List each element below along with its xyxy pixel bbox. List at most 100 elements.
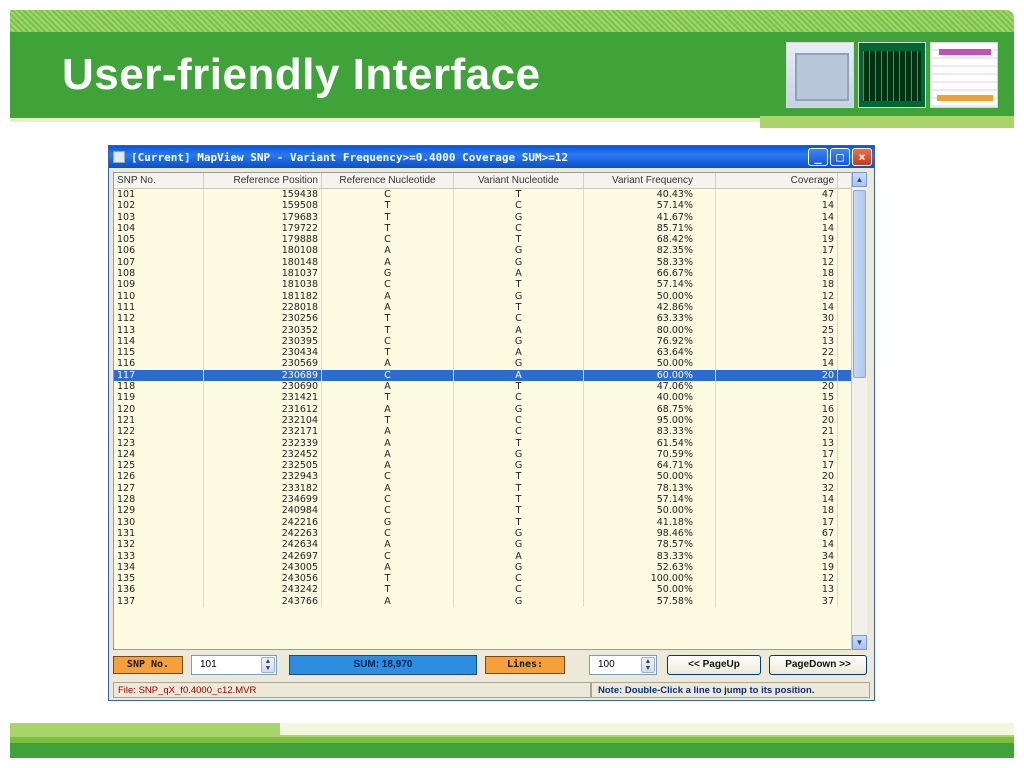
- table-row[interactable]: 116 230569 A G 50.00% 14: [114, 358, 853, 370]
- stepper-arrows-icon[interactable]: ▲ ▼: [641, 657, 655, 673]
- table-row[interactable]: 106 180108 A G 82.35% 17: [114, 245, 853, 257]
- instrument-thumbnail: [786, 42, 854, 108]
- cell-variant-nucleotide: C: [454, 426, 584, 438]
- cell-ref-position: 233182: [204, 482, 322, 495]
- cell-ref-position: 231612: [204, 403, 322, 415]
- cell-variant-frequency: 50.00%: [584, 584, 716, 596]
- table-row[interactable]: 103 179683 T G 41.67% 14: [114, 211, 853, 223]
- cell-ref-position: 181037: [204, 268, 322, 280]
- col-header-variant-nucleotide[interactable]: Variant Nucleotide: [454, 173, 584, 188]
- cell-coverage: 17: [716, 516, 838, 528]
- cell-snp-no: 128: [114, 494, 204, 506]
- scroll-down-arrow-icon[interactable]: ▼: [852, 635, 867, 650]
- cell-ref-position: 230256: [204, 313, 322, 325]
- table-row[interactable]: 117 230689 C A 60.00% 20: [114, 369, 853, 382]
- table-row[interactable]: 110 181182 A G 50.00% 12: [114, 290, 853, 302]
- table-row[interactable]: 101 159438 C T 40.43% 47: [114, 189, 853, 201]
- cell-ref-nucleotide: C: [322, 279, 454, 291]
- table-row[interactable]: 126 232943 C T 50.00% 20: [114, 471, 853, 483]
- cell-coverage: 17: [716, 448, 838, 461]
- table-row[interactable]: 136 243242 T C 50.00% 13: [114, 584, 853, 596]
- cell-variant-nucleotide: T: [454, 437, 584, 449]
- scroll-up-arrow-icon[interactable]: ▲: [852, 172, 867, 187]
- table-row[interactable]: 133 242697 C A 83.33% 34: [114, 550, 853, 562]
- table-row[interactable]: 130 242216 G T 41.18% 17: [114, 516, 853, 528]
- scrollbar-thumb[interactable]: [853, 190, 866, 378]
- table-row[interactable]: 123 232339 A T 61.54% 13: [114, 437, 853, 449]
- cell-ref-nucleotide: A: [322, 245, 454, 257]
- software-thumbnail: [930, 42, 998, 108]
- col-header-variant-frequency[interactable]: Variant Frequency: [584, 173, 716, 188]
- cell-ref-position: 232104: [204, 414, 322, 427]
- close-button[interactable]: ×: [852, 148, 872, 166]
- table-row[interactable]: 127 233182 A T 78.13% 32: [114, 482, 853, 495]
- minimize-button[interactable]: _: [808, 148, 828, 166]
- table-row[interactable]: 131 242263 C G 98.46% 67: [114, 527, 853, 540]
- cell-variant-frequency: 85.71%: [584, 222, 716, 235]
- table-row[interactable]: 113 230352 T A 80.00% 25: [114, 324, 853, 336]
- table-row[interactable]: 132 242634 A G 78.57% 14: [114, 539, 853, 551]
- page-down-button[interactable]: PageDown >>: [769, 655, 867, 675]
- table-row[interactable]: 122 232171 A C 83.33% 21: [114, 426, 853, 438]
- page-up-button[interactable]: << PageUp: [667, 655, 761, 675]
- lines-stepper[interactable]: 100 ▲ ▼: [589, 655, 657, 675]
- cell-snp-no: 122: [114, 426, 204, 438]
- cell-ref-position: 230395: [204, 335, 322, 348]
- table-row[interactable]: 124 232452 A G 70.59% 17: [114, 448, 853, 461]
- col-header-ref-nucleotide[interactable]: Reference Nucleotide: [322, 173, 454, 188]
- table-row[interactable]: 109 181038 C T 57.14% 18: [114, 279, 853, 291]
- cell-coverage: 34: [716, 550, 838, 562]
- cell-variant-nucleotide: G: [454, 256, 584, 269]
- table-row[interactable]: 104 179722 T C 85.71% 14: [114, 222, 853, 235]
- cell-variant-nucleotide: T: [454, 516, 584, 528]
- table-row[interactable]: 114 230395 C G 76.92% 13: [114, 335, 853, 348]
- table-row[interactable]: 108 181037 G A 66.67% 18: [114, 268, 853, 280]
- table-row[interactable]: 105 179888 C T 68.42% 19: [114, 234, 853, 246]
- cell-coverage: 18: [716, 279, 838, 291]
- table-row[interactable]: 121 232104 T C 95.00% 20: [114, 414, 853, 427]
- cell-coverage: 13: [716, 437, 838, 449]
- cell-ref-position: 232505: [204, 460, 322, 472]
- table-row[interactable]: 137 243766 A G 57.58% 37: [114, 595, 853, 607]
- cell-coverage: 47: [716, 189, 838, 201]
- cell-ref-nucleotide: T: [322, 347, 454, 359]
- cell-coverage: 20: [716, 381, 838, 393]
- maximize-button[interactable]: □: [830, 148, 850, 166]
- col-header-snp-no[interactable]: SNP No.: [114, 173, 204, 188]
- table-row[interactable]: 118 230690 A T 47.06% 20: [114, 381, 853, 393]
- stepper-arrows-icon[interactable]: ▲ ▼: [261, 657, 275, 673]
- table-row[interactable]: 107 180148 A G 58.33% 12: [114, 256, 853, 269]
- cell-variant-nucleotide: G: [454, 539, 584, 551]
- table-row[interactable]: 111 228018 A T 42.86% 14: [114, 301, 853, 314]
- table-row[interactable]: 112 230256 T C 63.33% 30: [114, 313, 853, 325]
- snp-no-stepper[interactable]: 101 ▲ ▼: [191, 655, 277, 675]
- table-row[interactable]: 135 243056 T C 100.00% 12: [114, 573, 853, 585]
- cell-variant-nucleotide: G: [454, 595, 584, 607]
- cell-variant-frequency: 47.06%: [584, 381, 716, 393]
- vertical-scrollbar[interactable]: ▲ ▼: [851, 172, 867, 650]
- cell-snp-no: 108: [114, 268, 204, 280]
- table-row[interactable]: 129 240984 C T 50.00% 18: [114, 505, 853, 517]
- table-row[interactable]: 102 159508 T C 57.14% 14: [114, 200, 853, 212]
- cell-variant-frequency: 41.67%: [584, 211, 716, 223]
- header-stripe: [10, 10, 1014, 32]
- col-header-ref-position[interactable]: Reference Position: [204, 173, 322, 188]
- cell-snp-no: 129: [114, 505, 204, 517]
- table-row[interactable]: 120 231612 A G 68.75% 16: [114, 403, 853, 415]
- table-row[interactable]: 125 232505 A G 64.71% 17: [114, 460, 853, 472]
- snp-table: SNP No. Reference Position Reference Nuc…: [113, 172, 854, 650]
- table-row[interactable]: 119 231421 T C 40.00% 15: [114, 392, 853, 404]
- cell-ref-position: 180108: [204, 245, 322, 257]
- cell-coverage: 21: [716, 426, 838, 438]
- cell-ref-position: 180148: [204, 256, 322, 269]
- table-row[interactable]: 134 243005 A G 52.63% 19: [114, 561, 853, 574]
- table-row[interactable]: 128 234699 C T 57.14% 14: [114, 494, 853, 506]
- col-header-coverage[interactable]: Coverage: [716, 173, 838, 188]
- cell-snp-no: 107: [114, 256, 204, 269]
- cell-snp-no: 119: [114, 392, 204, 404]
- table-row[interactable]: 115 230434 T A 63.64% 22: [114, 347, 853, 359]
- cell-ref-nucleotide: A: [322, 403, 454, 415]
- cell-variant-nucleotide: G: [454, 527, 584, 540]
- window-titlebar[interactable]: [Current] MapView SNP - Variant Frequenc…: [109, 146, 874, 168]
- cell-ref-position: 243242: [204, 584, 322, 596]
